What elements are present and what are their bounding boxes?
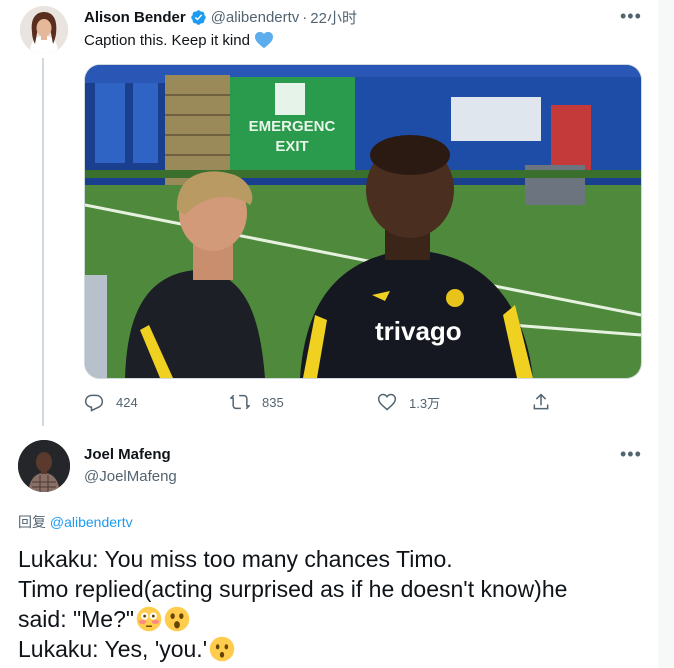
reply-line-1: Lukaku: You miss too many chances Timo.	[18, 546, 453, 572]
reply-line-3-wrap: said: "Me?"	[18, 604, 658, 634]
reply-text: Lukaku: You miss too many chances Timo. …	[18, 544, 658, 664]
author-handle[interactable]: @JoelMafeng	[84, 468, 177, 485]
right-gutter	[658, 0, 674, 668]
tweet-timestamp[interactable]: 22小时	[310, 7, 357, 28]
reply-line-2: Timo replied(acting surprised as if he d…	[18, 576, 568, 602]
like-action[interactable]: 1.3万	[377, 392, 440, 412]
more-options-button[interactable]: •••	[620, 6, 642, 27]
retweet-count: 835	[262, 394, 284, 410]
replying-to-line: 回复 @alibendertv	[18, 512, 133, 532]
reply-mention-link[interactable]: @alibendertv	[50, 514, 133, 530]
tweet-actions-bar: 424 835 1.3万	[84, 392, 554, 414]
separator-dot: ·	[302, 9, 308, 26]
tweet-text-content: Caption this. Keep it kind	[84, 31, 250, 49]
author-name[interactable]: Alison Bender	[84, 9, 186, 26]
tweet-media-image[interactable]: EMERGENC EXIT trivago	[84, 64, 642, 379]
like-icon	[377, 393, 397, 411]
thread-connector-line	[42, 58, 44, 426]
tweet-header: Alison Bender @alibendertv · 22小时	[84, 7, 357, 28]
jersey-sponsor-text: trivago	[375, 316, 462, 346]
flushed-face-emoji	[136, 606, 162, 632]
hushed-face-emoji	[209, 636, 235, 662]
emergency-sign-line2: EXIT	[275, 138, 308, 155]
author-handle[interactable]: @alibendertv	[211, 9, 300, 26]
author-name[interactable]: Joel Mafeng	[84, 446, 171, 463]
reply-line-4: Lukaku: Yes, 'you.'	[18, 636, 208, 662]
more-options-button[interactable]: •••	[620, 444, 642, 465]
tweet-text: Caption this. Keep it kind	[84, 31, 274, 49]
retweet-icon	[230, 394, 250, 410]
share-icon	[533, 393, 549, 410]
emergency-sign-line1: EMERGENC	[249, 118, 336, 135]
reply-action[interactable]: 424	[84, 392, 138, 412]
share-action[interactable]	[531, 392, 563, 412]
retweet-action[interactable]: 835	[230, 392, 284, 412]
reply-count: 424	[116, 394, 138, 410]
reply-line-4-wrap: Lukaku: Yes, 'you.'	[18, 634, 658, 664]
astonished-face-emoji	[164, 606, 190, 632]
blue-heart-icon	[254, 31, 273, 49]
avatar[interactable]	[20, 6, 68, 54]
reply-label: 回复	[18, 514, 46, 530]
reply-icon	[84, 394, 104, 412]
avatar[interactable]	[18, 440, 70, 492]
reply-line-3: said: "Me?"	[18, 606, 135, 632]
verified-badge-icon	[190, 10, 206, 25]
like-count: 1.3万	[409, 395, 441, 411]
